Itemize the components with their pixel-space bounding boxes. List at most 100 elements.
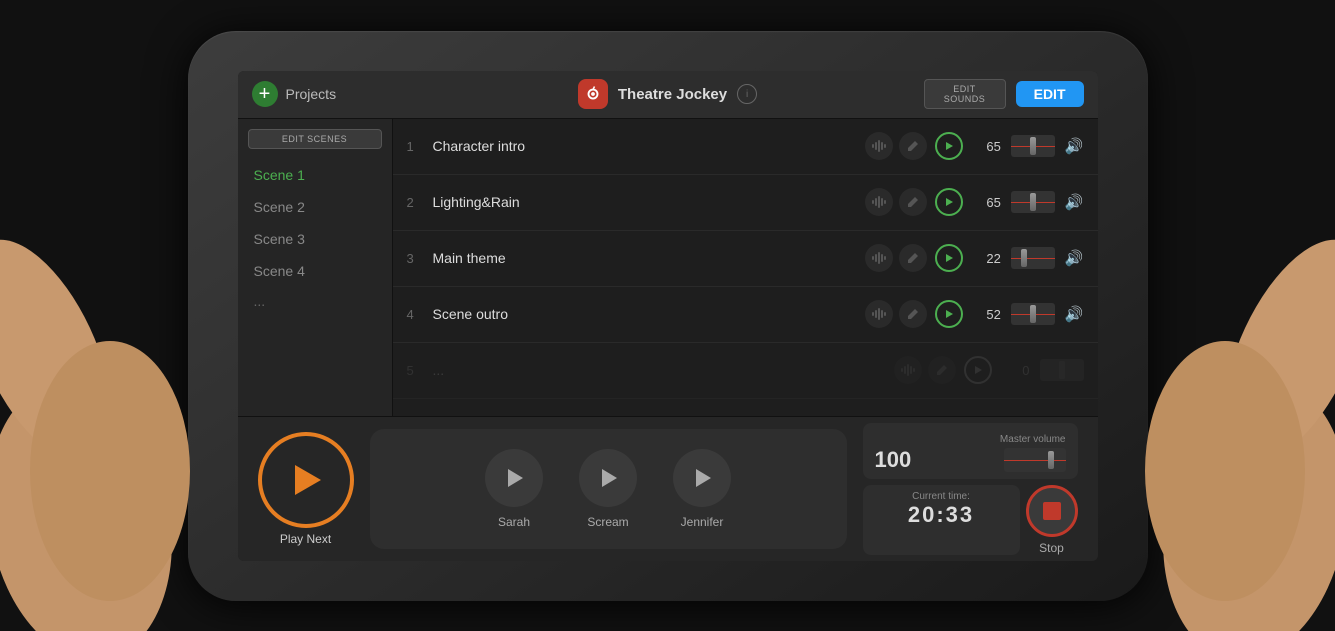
bottom-bar: Play Next Sarah Screa xyxy=(238,416,1098,561)
row-volume: 65 xyxy=(971,139,1001,154)
quick-plays-panel: Sarah Scream Jennifer xyxy=(370,429,847,549)
sidebar-item-scene2[interactable]: Scene 2 xyxy=(238,191,392,223)
table-row: 3 Main theme xyxy=(393,231,1098,287)
scene-icon-wave xyxy=(865,188,893,216)
pencil-icon xyxy=(907,140,919,152)
table-row: 2 Lighting&Rain xyxy=(393,175,1098,231)
quick-play-label-jennifer: Jennifer xyxy=(681,515,724,529)
row-play-button[interactable] xyxy=(935,188,963,216)
play-icon xyxy=(503,467,525,489)
app-title: Theatre Jockey xyxy=(618,86,727,103)
quick-play-button-sarah[interactable] xyxy=(485,449,543,507)
row-fader[interactable] xyxy=(1011,247,1055,269)
row-play-button[interactable] xyxy=(935,300,963,328)
stop-button-container: Stop xyxy=(1026,485,1078,555)
scene-icon-edit xyxy=(899,132,927,160)
master-volume-section: Master volume 100 xyxy=(863,423,1078,479)
quick-play-item-scream: Scream xyxy=(579,449,637,529)
sidebar: EDIT SCENES Scene 1 Scene 2 Scene 3 Scen… xyxy=(238,119,393,416)
row-play-button[interactable] xyxy=(935,244,963,272)
table-row: 5 ... xyxy=(393,343,1098,399)
row-volume: 65 xyxy=(971,195,1001,210)
stop-label: Stop xyxy=(1039,541,1064,555)
row-num: 4 xyxy=(407,307,425,322)
scene-icon-edit xyxy=(899,188,927,216)
music-icon xyxy=(584,85,602,103)
row-volume: 52 xyxy=(971,307,1001,322)
sidebar-more: ... xyxy=(238,287,392,315)
main-content: EDIT SCENES Scene 1 Scene 2 Scene 3 Scen… xyxy=(238,119,1098,416)
left-hand xyxy=(0,171,260,631)
add-project-button[interactable]: + xyxy=(252,81,278,107)
sidebar-item-scene3[interactable]: Scene 3 xyxy=(238,223,392,255)
play-icon xyxy=(944,197,954,207)
pencil-icon xyxy=(907,196,919,208)
quick-play-label-sarah: Sarah xyxy=(498,515,530,529)
table-row: 1 Character intro xyxy=(393,119,1098,175)
edit-button[interactable]: EDIT xyxy=(1016,81,1084,107)
header: + Projects Theatre Jockey i xyxy=(238,71,1098,119)
row-name: Scene outro xyxy=(425,306,865,322)
master-volume-label: Master volume xyxy=(1000,434,1066,445)
table-row: 4 Scene outro xyxy=(393,287,1098,343)
play-next-icon xyxy=(285,459,327,501)
play-icon xyxy=(691,467,713,489)
row-num: 1 xyxy=(407,139,425,154)
tablet-screen: + Projects Theatre Jockey i xyxy=(238,71,1098,561)
header-center: Theatre Jockey i xyxy=(412,79,924,109)
scene-icon-wave xyxy=(865,132,893,160)
quick-play-label-scream: Scream xyxy=(587,515,628,529)
row-name: Main theme xyxy=(425,250,865,266)
speaker-icon: 🔊 xyxy=(1065,137,1084,155)
edit-sounds-button[interactable]: EDIT SOUNDS xyxy=(924,79,1006,109)
row-num: 3 xyxy=(407,251,425,266)
right-panel: Master volume 100 Curr xyxy=(863,423,1078,555)
play-next-button[interactable] xyxy=(258,432,354,528)
scene-icon-edit-inactive xyxy=(928,356,956,384)
row-play-button[interactable] xyxy=(935,132,963,160)
current-time-section: Current time: 20:33 xyxy=(863,485,1020,555)
scene-table: 1 Character intro xyxy=(393,119,1098,416)
info-button[interactable]: i xyxy=(737,84,757,104)
row-name: Character intro xyxy=(425,138,865,154)
quick-play-button-jennifer[interactable] xyxy=(673,449,731,507)
waveform-icon xyxy=(872,251,886,265)
current-time-value: 20:33 xyxy=(908,502,974,528)
scene-icon-wave xyxy=(894,356,922,384)
pencil-icon xyxy=(907,252,919,264)
row-fader[interactable] xyxy=(1011,191,1055,213)
stop-icon xyxy=(1043,502,1061,520)
sidebar-item-scene1[interactable]: Scene 1 xyxy=(238,159,392,191)
waveform-icon xyxy=(872,307,886,321)
row-volume-inactive: 0 xyxy=(1000,363,1030,378)
play-icon xyxy=(944,309,954,319)
play-icon xyxy=(944,253,954,263)
scene-icon-edit xyxy=(899,300,927,328)
play-icon xyxy=(597,467,619,489)
row-name: ... xyxy=(425,362,894,378)
pencil-icon xyxy=(907,308,919,320)
projects-label: Projects xyxy=(286,86,337,102)
row-fader[interactable] xyxy=(1011,303,1055,325)
row-volume: 22 xyxy=(971,251,1001,266)
play-next-label: Play Next xyxy=(280,532,331,546)
scene-icon-wave xyxy=(865,244,893,272)
edit-scenes-button[interactable]: EDIT SCENES xyxy=(248,129,382,149)
master-volume-fader[interactable] xyxy=(1004,448,1066,472)
row-fader[interactable] xyxy=(1011,135,1055,157)
current-time-label: Current time: xyxy=(912,491,970,502)
waveform-icon xyxy=(872,195,886,209)
scene-icon-wave xyxy=(865,300,893,328)
quick-play-item-sarah: Sarah xyxy=(485,449,543,529)
row-name: Lighting&Rain xyxy=(425,194,865,210)
play-icon xyxy=(944,141,954,151)
right-hand xyxy=(1075,171,1335,631)
waveform-icon xyxy=(872,139,886,153)
row-num: 2 xyxy=(407,195,425,210)
row-play-button-inactive[interactable] xyxy=(964,356,992,384)
quick-play-button-scream[interactable] xyxy=(579,449,637,507)
quick-play-item-jennifer: Jennifer xyxy=(673,449,731,529)
header-right: EDIT SOUNDS EDIT xyxy=(924,79,1084,109)
sidebar-item-scene4[interactable]: Scene 4 xyxy=(238,255,392,287)
stop-button[interactable] xyxy=(1026,485,1078,537)
